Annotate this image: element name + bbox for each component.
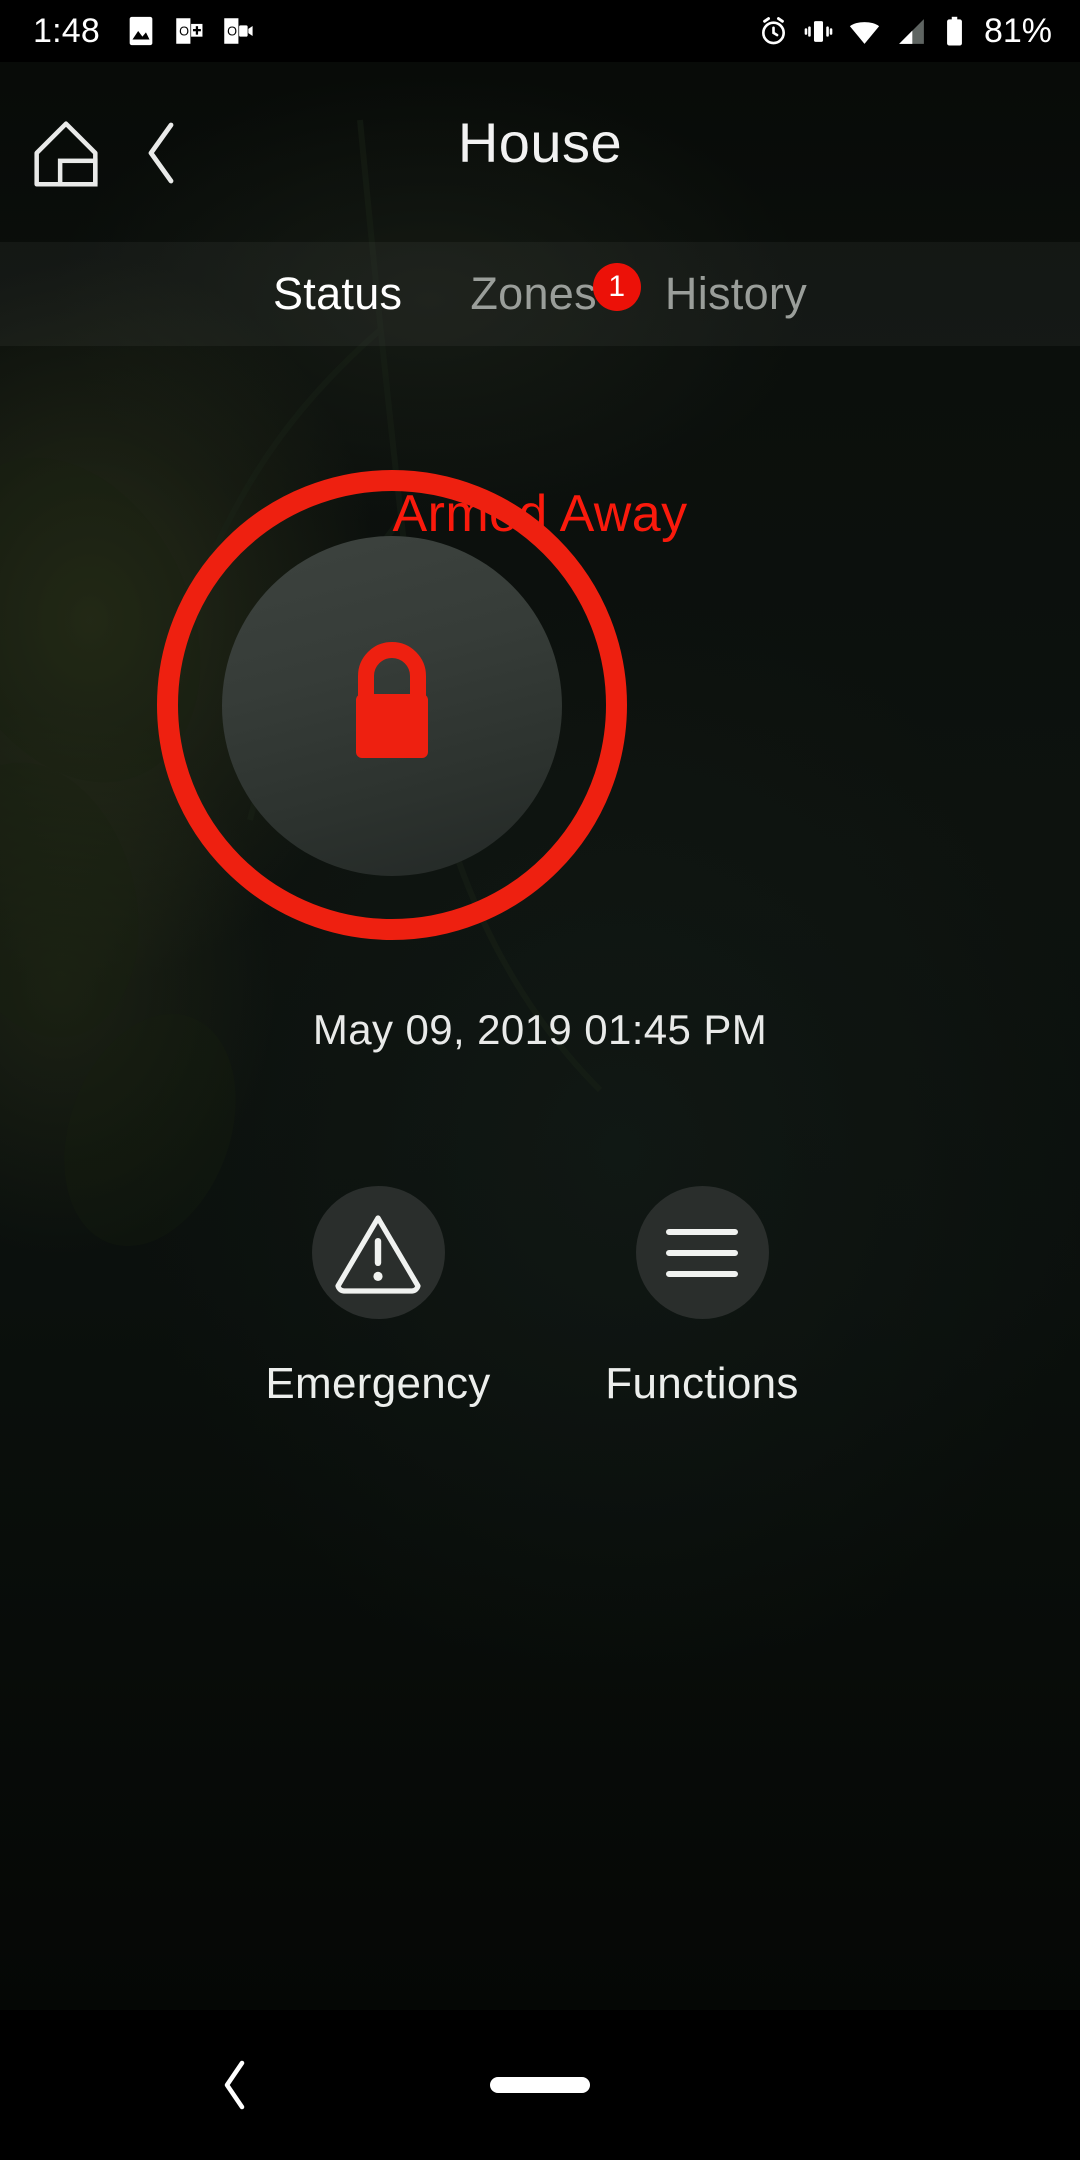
home-pill-icon[interactable] [490, 2077, 590, 2093]
functions-button-circle [635, 1186, 769, 1319]
nav-back-icon [224, 2060, 245, 2110]
tab-status[interactable]: Status [239, 268, 436, 320]
alarm-icon [761, 16, 785, 44]
emergency-button-circle [311, 1186, 445, 1319]
app-bar: House [0, 62, 1080, 242]
svg-text:O: O [179, 23, 189, 38]
office-word-icon: O [176, 18, 203, 44]
tab-history[interactable]: History [631, 268, 841, 320]
tab-bar: Status Zones 1 History [0, 242, 1080, 346]
status-bar-clock: 1:48 [33, 11, 100, 50]
tab-history-label: History [664, 268, 808, 319]
status-bar-system-icons: 81% [757, 12, 1052, 51]
emergency-button-label: Emergency [265, 1359, 491, 1408]
battery-icon [947, 16, 962, 46]
hamburger-menu-icon [666, 1228, 738, 1277]
functions-button[interactable]: Functions [605, 1186, 798, 1409]
arm-disarm-dial-button[interactable] [157, 470, 627, 940]
app-screen: 1:48 O O 81% House Status Zones 1 Histor… [0, 0, 1080, 2160]
emergency-button[interactable]: Emergency [265, 1186, 490, 1409]
photo-icon [129, 16, 153, 46]
tab-status-label: Status [272, 268, 403, 319]
functions-button-label: Functions [605, 1359, 799, 1408]
svg-text:O: O [227, 23, 237, 38]
cellular-signal-icon [899, 18, 924, 44]
page-title: House [457, 111, 623, 174]
system-status-bar: 1:48 O O 81% [0, 0, 1080, 62]
tab-zones[interactable]: Zones 1 [436, 263, 641, 320]
office-outlook-icon: O [224, 18, 253, 44]
system-navigation-bar [0, 2010, 1080, 2160]
status-bar-notification-icons: O O [124, 14, 254, 48]
lock-closed-icon [356, 642, 428, 758]
wifi-icon [849, 21, 880, 44]
status-timestamp: May 09, 2019 01:45 PM [312, 1006, 768, 1053]
arm-dial-inner-circle [222, 536, 562, 876]
tab-zones-label: Zones [470, 268, 597, 319]
nav-back-button[interactable] [200, 2050, 270, 2120]
warning-triangle-icon [335, 1214, 421, 1294]
action-button-row: Emergency Functions [0, 1186, 1080, 1409]
battery-percent-label: 81% [983, 11, 1052, 50]
vibrate-icon [804, 20, 833, 42]
